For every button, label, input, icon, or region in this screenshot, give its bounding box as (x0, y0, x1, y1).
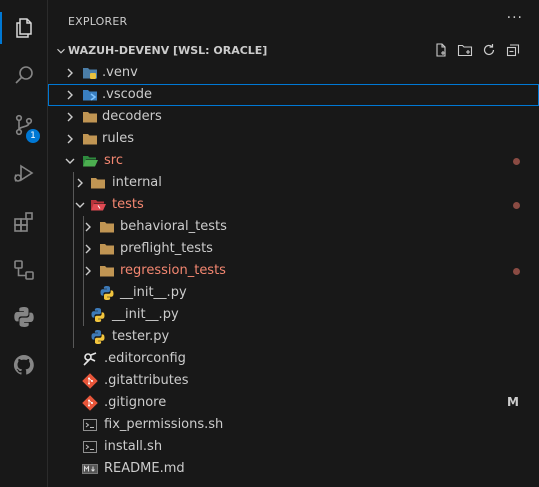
explorer-title: EXPLORER (68, 15, 128, 28)
tree-item-regression-tests[interactable]: regression_tests (48, 260, 539, 282)
tree-item-install-sh[interactable]: install.sh (48, 436, 539, 458)
tree-item-label: .venv (102, 65, 138, 80)
chevron-down-icon (65, 158, 75, 164)
explorer-icon[interactable] (0, 6, 47, 50)
workspace-header[interactable]: WAZUH-DEVENV [WSL: ORACLE] (48, 40, 539, 62)
workspace-title: WAZUH-DEVENV [WSL: ORACLE] (68, 44, 268, 57)
python-file-icon (91, 308, 105, 322)
folder-icon (91, 178, 105, 189)
modified-dot (513, 158, 520, 165)
editorconfig-icon (83, 352, 97, 366)
tree-item-rules[interactable]: rules (48, 128, 539, 150)
tree-item-gitignore[interactable]: .gitignore M (48, 392, 539, 414)
new-folder-icon[interactable] (457, 42, 473, 58)
tree-item-decoders[interactable]: decoders (48, 106, 539, 128)
tree-item-internal[interactable]: internal (48, 172, 539, 194)
chevron-right-icon (67, 90, 73, 100)
tree-item-label: rules (102, 131, 134, 146)
git-icon (82, 395, 98, 411)
python-file-icon (100, 286, 114, 300)
chevron-right-icon (67, 68, 73, 78)
chevron-right-icon (85, 244, 91, 254)
chevron-down-icon (75, 202, 85, 208)
git-icon (82, 373, 98, 389)
chevron-down-icon (57, 48, 65, 54)
tree-item-label: .vscode (102, 87, 152, 102)
markdown-icon (82, 464, 98, 474)
tree-item-editorconfig[interactable]: .editorconfig (48, 348, 539, 370)
extensions-icon[interactable] (0, 200, 47, 244)
tree-item-label: tester.py (112, 329, 170, 344)
run-debug-icon[interactable] (0, 151, 47, 195)
python-folder-icon (83, 68, 97, 79)
tree-item-label: install.sh (104, 439, 163, 454)
modified-dot (513, 202, 520, 209)
tree-item-label: decoders (102, 109, 162, 124)
collapse-all-icon[interactable] (505, 42, 521, 58)
python-icon[interactable] (0, 295, 47, 339)
modified-dot (513, 268, 520, 275)
tree-item-label: internal (112, 175, 162, 190)
tree-item-label: behavioral_tests (120, 219, 227, 234)
src-folder-open-icon (83, 156, 98, 167)
tree-item-label: preflight_tests (120, 241, 213, 256)
source-control-icon[interactable]: 1 (0, 103, 47, 147)
tree-item-gitattributes[interactable]: .gitattributes (48, 370, 539, 392)
python-file-icon (91, 330, 105, 344)
shell-script-icon (83, 419, 97, 431)
tree-item-tests-init-py[interactable]: __init__.py (48, 282, 539, 304)
github-icon[interactable] (0, 343, 47, 387)
tree-item-label: __init__.py (120, 285, 187, 300)
more-actions-icon[interactable]: ··· (507, 10, 523, 26)
folder-icon (83, 134, 97, 145)
folder-icon (100, 266, 114, 277)
tree-item-label: fix_permissions.sh (104, 417, 224, 432)
tree-item-label: tests (112, 197, 144, 212)
tree-item-tests[interactable]: tests (48, 194, 539, 216)
tree-item-label: src (104, 153, 123, 168)
explorer-sidebar: EXPLORER ··· WAZUH-DEVENV [WSL: ORACLE] … (48, 0, 539, 487)
tree-item-fix-permissions-sh[interactable]: fix_permissions.sh (48, 414, 539, 436)
tree-item-label: __init__.py (112, 307, 179, 322)
tree-item-label: .editorconfig (104, 351, 186, 366)
tree-item-label: README.md (104, 461, 185, 476)
chevron-right-icon (77, 178, 83, 188)
chevron-right-icon (67, 134, 73, 144)
tree-item-src[interactable]: src (48, 150, 539, 172)
git-status-modified: M (507, 395, 519, 409)
tree-item-label: .gitattributes (104, 373, 189, 388)
tree-item-tester-py[interactable]: tester.py (48, 326, 539, 348)
remote-explorer-icon[interactable] (0, 248, 47, 292)
tree-item-readme-md[interactable]: README.md (48, 458, 539, 480)
refresh-icon[interactable] (481, 42, 497, 58)
shell-script-icon (83, 441, 97, 453)
tree-item-vscode[interactable]: .vscode (48, 84, 539, 106)
folder-icon (83, 112, 97, 123)
chevron-right-icon (85, 266, 91, 276)
chevron-right-icon (67, 112, 73, 122)
vscode-folder-icon (83, 90, 97, 101)
test-folder-open-icon (91, 200, 106, 211)
tree-item-label: regression_tests (120, 263, 226, 278)
tree-item-behavioral-tests[interactable]: behavioral_tests (48, 216, 539, 238)
search-icon[interactable] (0, 53, 47, 97)
activity-bar: 1 (0, 0, 48, 487)
tree-item-venv[interactable]: .venv (48, 62, 539, 84)
folder-icon (100, 222, 114, 233)
tree-item-src-init-py[interactable]: __init__.py (48, 304, 539, 326)
folder-icon (100, 244, 114, 255)
tree-item-label: .gitignore (104, 395, 167, 410)
new-file-icon[interactable] (433, 42, 449, 58)
chevron-right-icon (85, 222, 91, 232)
tree-item-preflight-tests[interactable]: preflight_tests (48, 238, 539, 260)
source-control-badge: 1 (26, 129, 40, 143)
